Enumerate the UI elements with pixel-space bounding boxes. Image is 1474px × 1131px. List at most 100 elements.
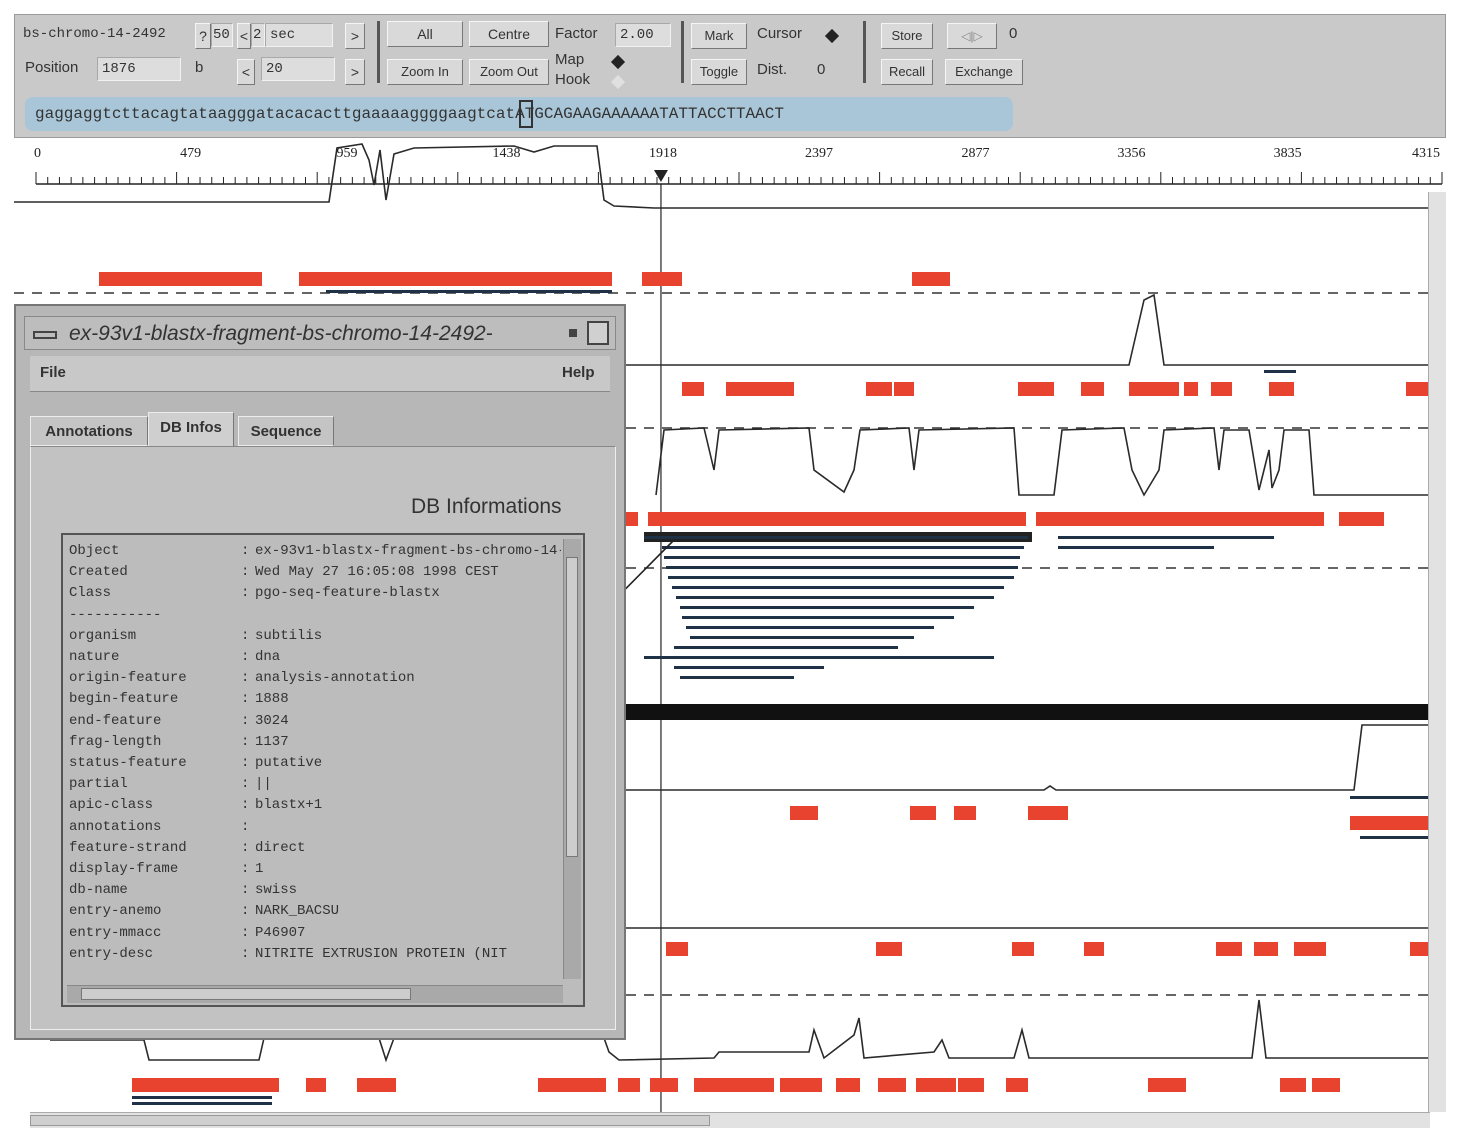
- vertical-scrollbar[interactable]: [1428, 192, 1446, 1112]
- hook-radio[interactable]: [610, 74, 626, 90]
- feature-block: [642, 272, 682, 286]
- prev-button[interactable]: <: [237, 23, 251, 49]
- db-info-value: dna: [255, 649, 281, 666]
- db-info-value: subtilis: [255, 627, 323, 644]
- db-info-row: display-frame:1: [69, 859, 561, 880]
- maximize-icon[interactable]: [587, 321, 609, 345]
- factor-field[interactable]: 2.00: [615, 23, 671, 47]
- db-info-row: -----------: [69, 605, 561, 626]
- db-info-row: status-feature: putative: [69, 753, 561, 774]
- slider-arrows-icon[interactable]: ◁|▷: [947, 23, 997, 49]
- db-info-textbox[interactable]: Object: ex-93v1-blastx-fragment-bs-chromo…: [61, 533, 585, 1007]
- db-info-key: origin-feature: [69, 670, 187, 687]
- zoom-out-button[interactable]: Zoom Out: [469, 59, 549, 85]
- feature-block: [682, 382, 704, 396]
- all-button[interactable]: All: [387, 21, 463, 47]
- db-info-separator: :: [241, 924, 250, 941]
- textbox-vertical-scrollbar[interactable]: [563, 539, 581, 979]
- scroll-thumb[interactable]: [81, 988, 411, 1000]
- alignment-hit: [674, 666, 824, 669]
- feature-block: [1312, 1078, 1340, 1092]
- db-info-row: entry-anemo: NARK_BACSU: [69, 901, 561, 922]
- alignment-hit: [682, 616, 954, 619]
- store-button[interactable]: Store: [881, 23, 933, 49]
- map-radio[interactable]: [610, 54, 626, 70]
- toggle-button[interactable]: Toggle: [691, 59, 747, 85]
- help-button[interactable]: ?: [195, 23, 211, 49]
- next-button[interactable]: >: [345, 23, 365, 49]
- zoom-step-field[interactable]: 50: [211, 23, 233, 47]
- db-info-key: partial: [69, 776, 128, 793]
- mark-button[interactable]: Mark: [691, 23, 747, 49]
- db-info-key: display-frame: [69, 861, 179, 878]
- tab-annotations[interactable]: Annotations: [30, 416, 148, 446]
- distance-label: Dist.: [757, 61, 787, 78]
- zoom-in-button[interactable]: Zoom In: [387, 59, 463, 85]
- feature-block: [836, 1078, 860, 1092]
- db-info-separator: :: [241, 903, 250, 920]
- window-field[interactable]: 20: [261, 57, 335, 81]
- db-info-separator: :: [241, 691, 250, 708]
- db-info-row: organism: subtilis: [69, 626, 561, 647]
- position-field[interactable]: 1876: [97, 57, 181, 81]
- alignment-hit: [132, 1102, 272, 1105]
- db-info-value: 1888: [255, 691, 289, 708]
- next-window-button[interactable]: >: [345, 59, 365, 85]
- scroll-thumb[interactable]: [30, 1115, 710, 1126]
- feature-block: [626, 512, 638, 526]
- db-info-separator: :: [241, 649, 250, 666]
- db-info-separator: :: [241, 712, 250, 729]
- score-trace-4: [626, 724, 1442, 791]
- separator: [681, 21, 684, 83]
- db-info-value: ex-93v1-blastx-fragment-bs-chromo-14-2: [255, 543, 561, 559]
- db-info-value: blastx+1: [255, 797, 323, 814]
- feature-block: [357, 1078, 396, 1092]
- thick-feature-bar: [626, 704, 1442, 720]
- axis-tick-label: 479: [180, 146, 202, 161]
- menu-bar: File Help: [30, 356, 610, 392]
- axis-tick-label: 4315: [1412, 146, 1440, 161]
- counter-value: 0: [1009, 25, 1018, 42]
- feature-block: [790, 806, 818, 820]
- tab-sequence[interactable]: Sequence: [238, 416, 334, 446]
- db-info-row: entry-desc: NITRITE EXTRUSION PROTEIN (NI…: [69, 944, 561, 965]
- feature-block: [299, 272, 612, 286]
- cursor-label: Cursor: [757, 25, 803, 42]
- db-info-rows: Object: ex-93v1-blastx-fragment-bs-chromo…: [69, 541, 561, 981]
- feature-block: [1006, 1078, 1028, 1092]
- step-field[interactable]: 2: [251, 23, 265, 47]
- recall-button[interactable]: Recall: [881, 59, 933, 85]
- map-label: Map: [555, 51, 585, 68]
- feature-block: [1294, 942, 1326, 956]
- unit-selector[interactable]: sec: [265, 23, 333, 47]
- db-info-separator: :: [241, 945, 250, 962]
- dna-sequence-bar[interactable]: gaggaggtcttacagtataagggatacacacttgaaaaag…: [25, 97, 1013, 131]
- prev-window-button[interactable]: <: [237, 59, 255, 85]
- horizontal-scrollbar[interactable]: [30, 1112, 1430, 1128]
- window-title[interactable]: ex-93v1-blastx-fragment-bs-chromo-14-249…: [24, 316, 616, 350]
- menu-help[interactable]: Help: [562, 364, 595, 381]
- db-info-separator: :: [241, 818, 250, 835]
- menu-file[interactable]: File: [40, 364, 66, 381]
- sequence-name-field[interactable]: bs-chromo-14-2492: [19, 23, 199, 47]
- db-info-value: 1: [255, 861, 264, 878]
- axis-tick-label: 959: [336, 146, 358, 161]
- centre-button[interactable]: Centre: [469, 21, 549, 47]
- exchange-button[interactable]: Exchange: [945, 59, 1023, 85]
- db-info-value: putative: [255, 755, 323, 772]
- alignment-hit: [132, 1096, 272, 1099]
- db-info-separator: :: [241, 882, 250, 899]
- db-info-separator: :: [241, 627, 250, 644]
- tab-db-infos[interactable]: DB Infos: [148, 412, 234, 448]
- feature-block: [958, 1078, 984, 1092]
- feature-block: [648, 512, 1026, 526]
- feature-block: [894, 382, 914, 396]
- axis-tick-label: 0: [34, 146, 41, 161]
- feature-block: [916, 1078, 956, 1092]
- minimize-icon[interactable]: [569, 329, 577, 337]
- window-menu-icon[interactable]: [33, 331, 57, 339]
- cursor-radio[interactable]: [824, 28, 840, 44]
- textbox-horizontal-scrollbar[interactable]: [67, 985, 563, 1003]
- feature-block: [1036, 512, 1324, 526]
- scroll-thumb[interactable]: [566, 557, 578, 857]
